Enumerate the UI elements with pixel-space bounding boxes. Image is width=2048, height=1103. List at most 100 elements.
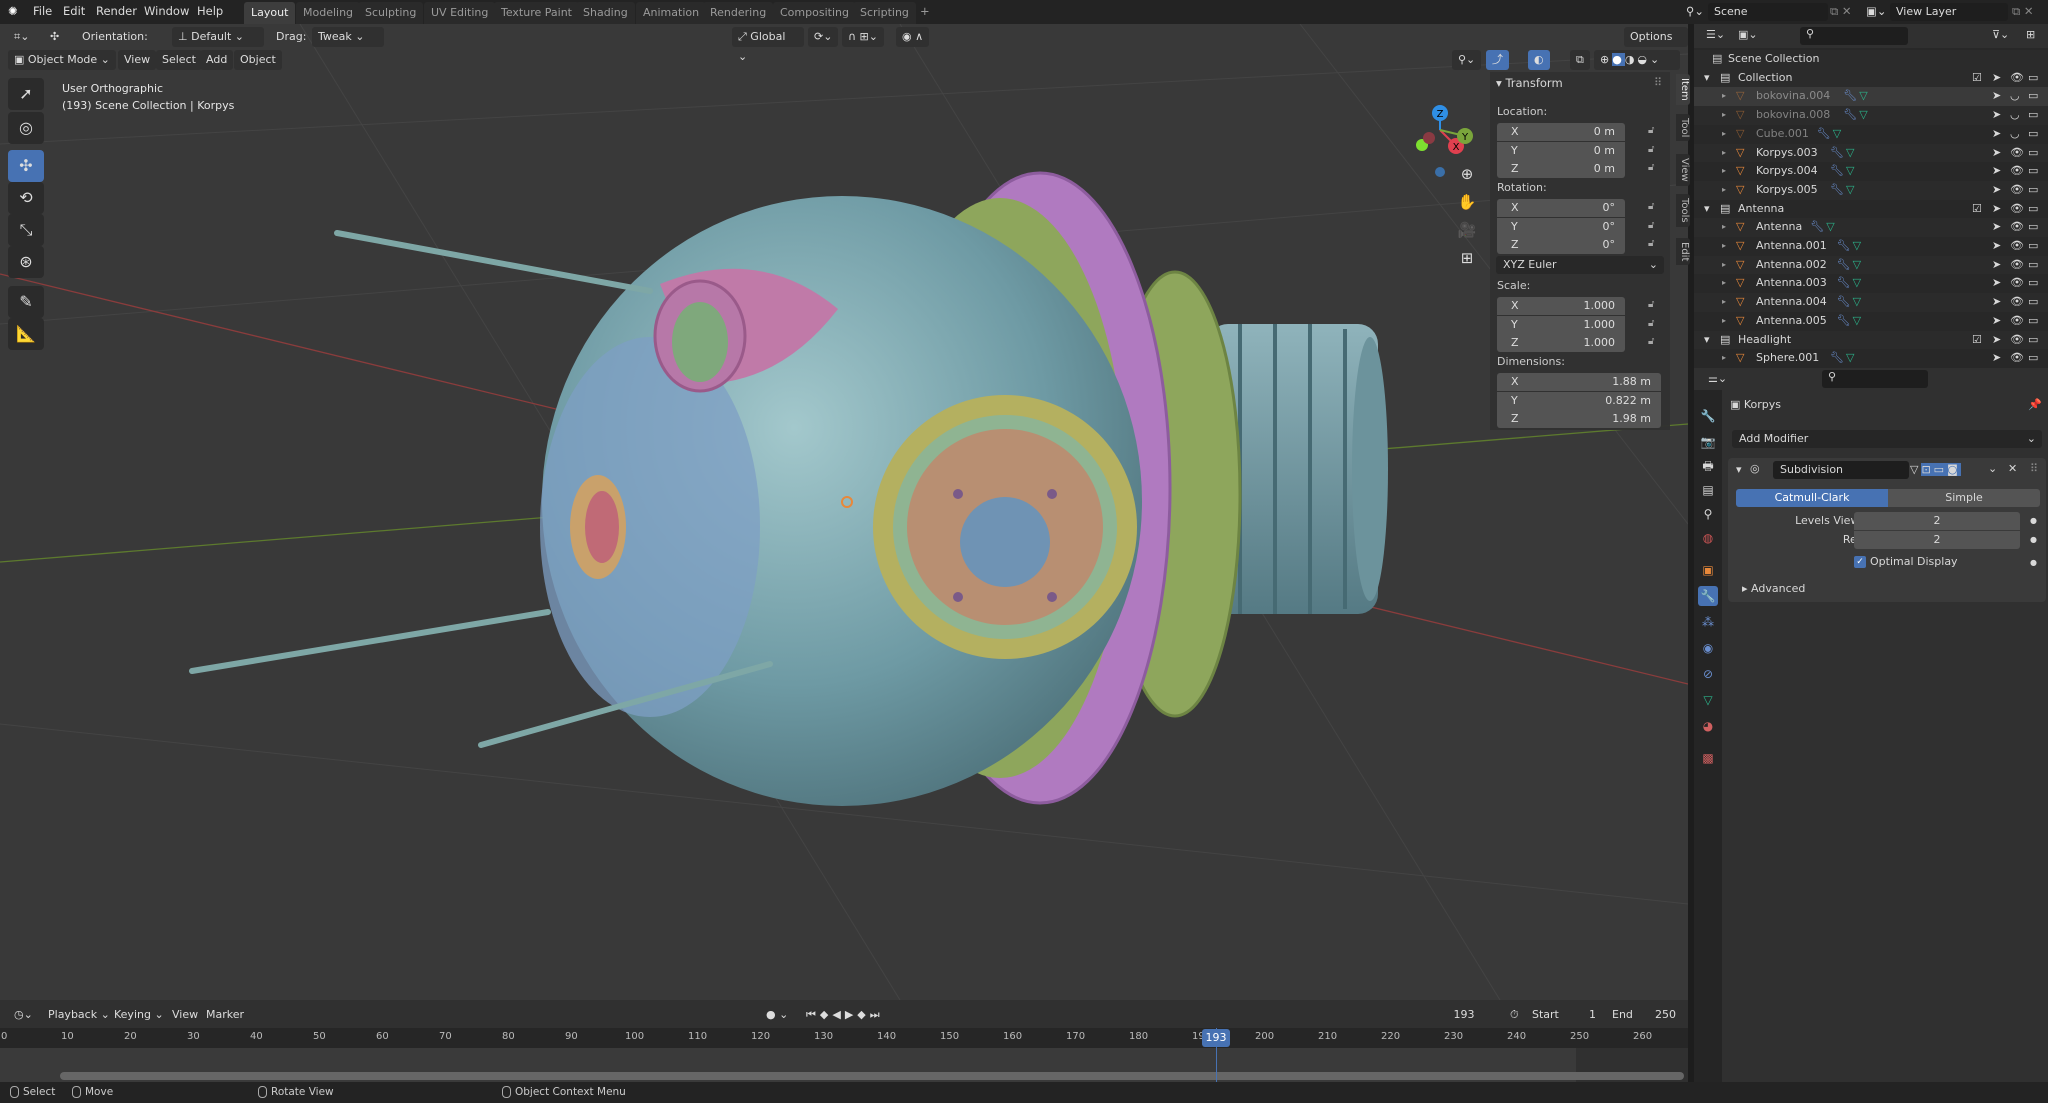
visibility-eye-icon[interactable]: ◡: [2010, 106, 2020, 125]
selectable-icon[interactable]: ➤: [1992, 312, 2001, 331]
modifier-wrench-icon[interactable]: 🔧︎: [1830, 181, 1844, 200]
new-collection-icon[interactable]: ⊞: [2026, 28, 2035, 41]
preview-range-icon[interactable]: ⏱: [1504, 1005, 1525, 1025]
annotate-tool[interactable]: ✎: [8, 286, 44, 318]
visibility-eye-icon[interactable]: 👁︎: [2010, 349, 2024, 368]
menu-help[interactable]: Help: [197, 4, 223, 18]
modifier-wrench-icon[interactable]: 🔧︎: [1810, 218, 1824, 237]
object-tab-icon[interactable]: ▣: [1698, 560, 1718, 580]
expand-arrow-icon[interactable]: ▾: [1704, 331, 1710, 350]
selectable-icon[interactable]: ➤: [1992, 256, 2001, 275]
render-monitor-icon[interactable]: ▭: [2028, 69, 2038, 88]
orientation-dropdown[interactable]: ⊥ Default ⌄: [172, 27, 264, 47]
visibility-eye-icon[interactable]: 👁︎: [2010, 293, 2024, 312]
options-dropdown[interactable]: Options ⌄: [1624, 27, 1688, 63]
current-frame-field[interactable]: 193: [1430, 1005, 1498, 1025]
render-monitor-icon[interactable]: ▭: [2028, 87, 2038, 106]
workspace-tab-layout[interactable]: Layout: [244, 2, 296, 24]
snap-icon[interactable]: ∩ ⊞⌄: [842, 27, 884, 47]
measure-tool[interactable]: 📐: [8, 318, 44, 350]
mesh-data-icon[interactable]: ▽: [1853, 293, 1861, 312]
expand-arrow-icon[interactable]: ▸: [1722, 144, 1726, 163]
outliner-row[interactable]: ▾ ▤ Headlight ☑ ➤ 👁︎ ▭: [1694, 330, 2048, 350]
view-layer-selector[interactable]: View Layer: [1890, 3, 2008, 21]
modifier-wrench-icon[interactable]: 🔧︎: [1830, 162, 1844, 181]
modifier-name-input[interactable]: Subdivision: [1773, 461, 1909, 479]
modifier-menu-icon[interactable]: ⌄: [1988, 462, 1997, 475]
selectable-icon[interactable]: ➤: [1992, 69, 2001, 88]
material-tab-icon[interactable]: ◕: [1698, 716, 1718, 736]
pan-hand-icon[interactable]: ✋: [1456, 188, 1478, 216]
catmull-clark-button[interactable]: Catmull-Clark: [1736, 489, 1888, 507]
end-frame-field[interactable]: End 250: [1606, 1005, 1684, 1025]
output-tab-icon[interactable]: 🖶: [1698, 456, 1718, 476]
selectable-icon[interactable]: ➤: [1992, 218, 2001, 237]
workspace-tab-rendering[interactable]: Rendering: [703, 2, 774, 24]
expand-arrow-icon[interactable]: ▸: [1722, 256, 1726, 275]
visibility-eye-icon[interactable]: 👁︎: [2010, 312, 2024, 331]
proportional-edit-icon[interactable]: ◉ ∧: [896, 27, 930, 47]
render-levels-field[interactable]: 2: [1854, 531, 2020, 549]
outliner-object-row[interactable]: ▸ ▽ Antenna.002 🔧︎ ▽ ➤ 👁︎ ▭: [1694, 255, 2048, 275]
render-monitor-icon[interactable]: ▭: [2028, 312, 2038, 331]
mesh-data-icon[interactable]: ▽: [1859, 106, 1867, 125]
advanced-subpanel[interactable]: ▸ Advanced: [1742, 582, 1805, 595]
workspace-tab-scripting[interactable]: Scripting: [853, 2, 916, 24]
lock-icon[interactable]: 🔓︎: [1648, 162, 1654, 173]
filter-icon[interactable]: ⊽⌄: [1992, 28, 2009, 41]
exclude-checkbox[interactable]: ☑: [1972, 331, 1982, 350]
scale-z-field[interactable]: Z 1.000: [1497, 334, 1625, 353]
selectable-icon[interactable]: ➤: [1992, 237, 2001, 256]
modifier-wrench-icon[interactable]: 🔧︎: [1843, 106, 1857, 125]
mesh-data-icon[interactable]: ▽: [1846, 349, 1854, 368]
pin-icon[interactable]: 📌: [2028, 398, 2042, 411]
menu-select[interactable]: Select: [156, 50, 202, 70]
rotation-z-field[interactable]: Z 0°: [1497, 236, 1625, 255]
workspace-tab-compositing[interactable]: Compositing: [773, 2, 856, 24]
outliner-object-row[interactable]: ▸ ▽ Korpys.003 🔧︎ ▽ ➤ 👁︎ ▭: [1694, 143, 2048, 163]
display-mode-icon[interactable]: ☰⌄: [1706, 28, 1725, 41]
menu-keying[interactable]: Keying ⌄: [108, 1005, 170, 1025]
render-monitor-icon[interactable]: ▭: [2028, 237, 2038, 256]
sidebar-tab-item[interactable]: Item: [1676, 74, 1690, 105]
tool-icon[interactable]: ⌗⌄: [8, 27, 35, 47]
outliner-object-row[interactable]: ▸ ▽ Antenna.004 🔧︎ ▽ ➤ 👁︎ ▭: [1694, 293, 2048, 312]
selectable-icon[interactable]: ➤: [1992, 87, 2001, 106]
expand-arrow-icon[interactable]: ▸: [1722, 218, 1726, 237]
add-workspace-button[interactable]: +: [920, 4, 930, 18]
editor-type-icon[interactable]: ◷⌄: [8, 1005, 39, 1025]
drag-dropdown[interactable]: Tweak ⌄: [312, 27, 384, 47]
lock-icon[interactable]: 🔓︎: [1648, 299, 1654, 310]
optimal-display-checkbox[interactable]: ✓: [1854, 556, 1866, 568]
mesh-data-icon[interactable]: ▽: [1833, 125, 1841, 144]
render-monitor-icon[interactable]: ▭: [2028, 293, 2038, 312]
visibility-eye-icon[interactable]: 👁︎: [2010, 218, 2024, 237]
render-monitor-icon[interactable]: ▭: [2028, 274, 2038, 293]
remove-modifier-icon[interactable]: ✕: [2008, 462, 2017, 475]
copy-view-layer-icon[interactable]: ⧉ ✕: [2012, 4, 2034, 19]
dimensions-z-field[interactable]: Z 1.98 m: [1497, 410, 1661, 429]
playhead-frame-badge[interactable]: 193: [1202, 1029, 1230, 1047]
add-modifier-dropdown[interactable]: Add Modifier ⌄: [1732, 430, 2042, 448]
view-layer-icon[interactable]: ▣⌄: [1866, 4, 1887, 18]
start-frame-field[interactable]: Start 1: [1526, 1005, 1604, 1025]
visibility-eye-icon[interactable]: 👁︎: [2010, 331, 2024, 350]
mesh-data-icon[interactable]: ▽: [1853, 274, 1861, 293]
mesh-data-icon[interactable]: ▽: [1853, 256, 1861, 275]
visibility-eye-icon[interactable]: 👁︎: [2010, 181, 2024, 200]
expand-arrow-icon[interactable]: ▸: [1722, 162, 1726, 181]
rotation-x-field[interactable]: X 0°: [1497, 199, 1625, 217]
view-object-types-icon[interactable]: ⚲⌄: [1452, 50, 1482, 70]
modifier-wrench-icon[interactable]: 🔧︎: [1843, 87, 1857, 106]
scale-y-field[interactable]: Y 1.000: [1497, 315, 1625, 334]
copy-scene-icon[interactable]: ⧉ ✕: [1830, 4, 1852, 19]
lock-icon[interactable]: 🔓︎: [1648, 144, 1654, 155]
menu-edit[interactable]: Edit: [63, 4, 85, 18]
outliner-row[interactable]: ▤ Scene Collection: [1694, 50, 2048, 69]
expand-arrow-icon[interactable]: ▸: [1722, 237, 1726, 256]
grid-ortho-icon[interactable]: ⊞: [1456, 244, 1478, 272]
render-monitor-icon[interactable]: ▭: [2028, 331, 2038, 350]
location-y-field[interactable]: Y 0 m: [1497, 141, 1625, 160]
render-monitor-icon[interactable]: ▭: [2028, 256, 2038, 275]
visibility-eye-icon[interactable]: 👁︎: [2010, 256, 2024, 275]
